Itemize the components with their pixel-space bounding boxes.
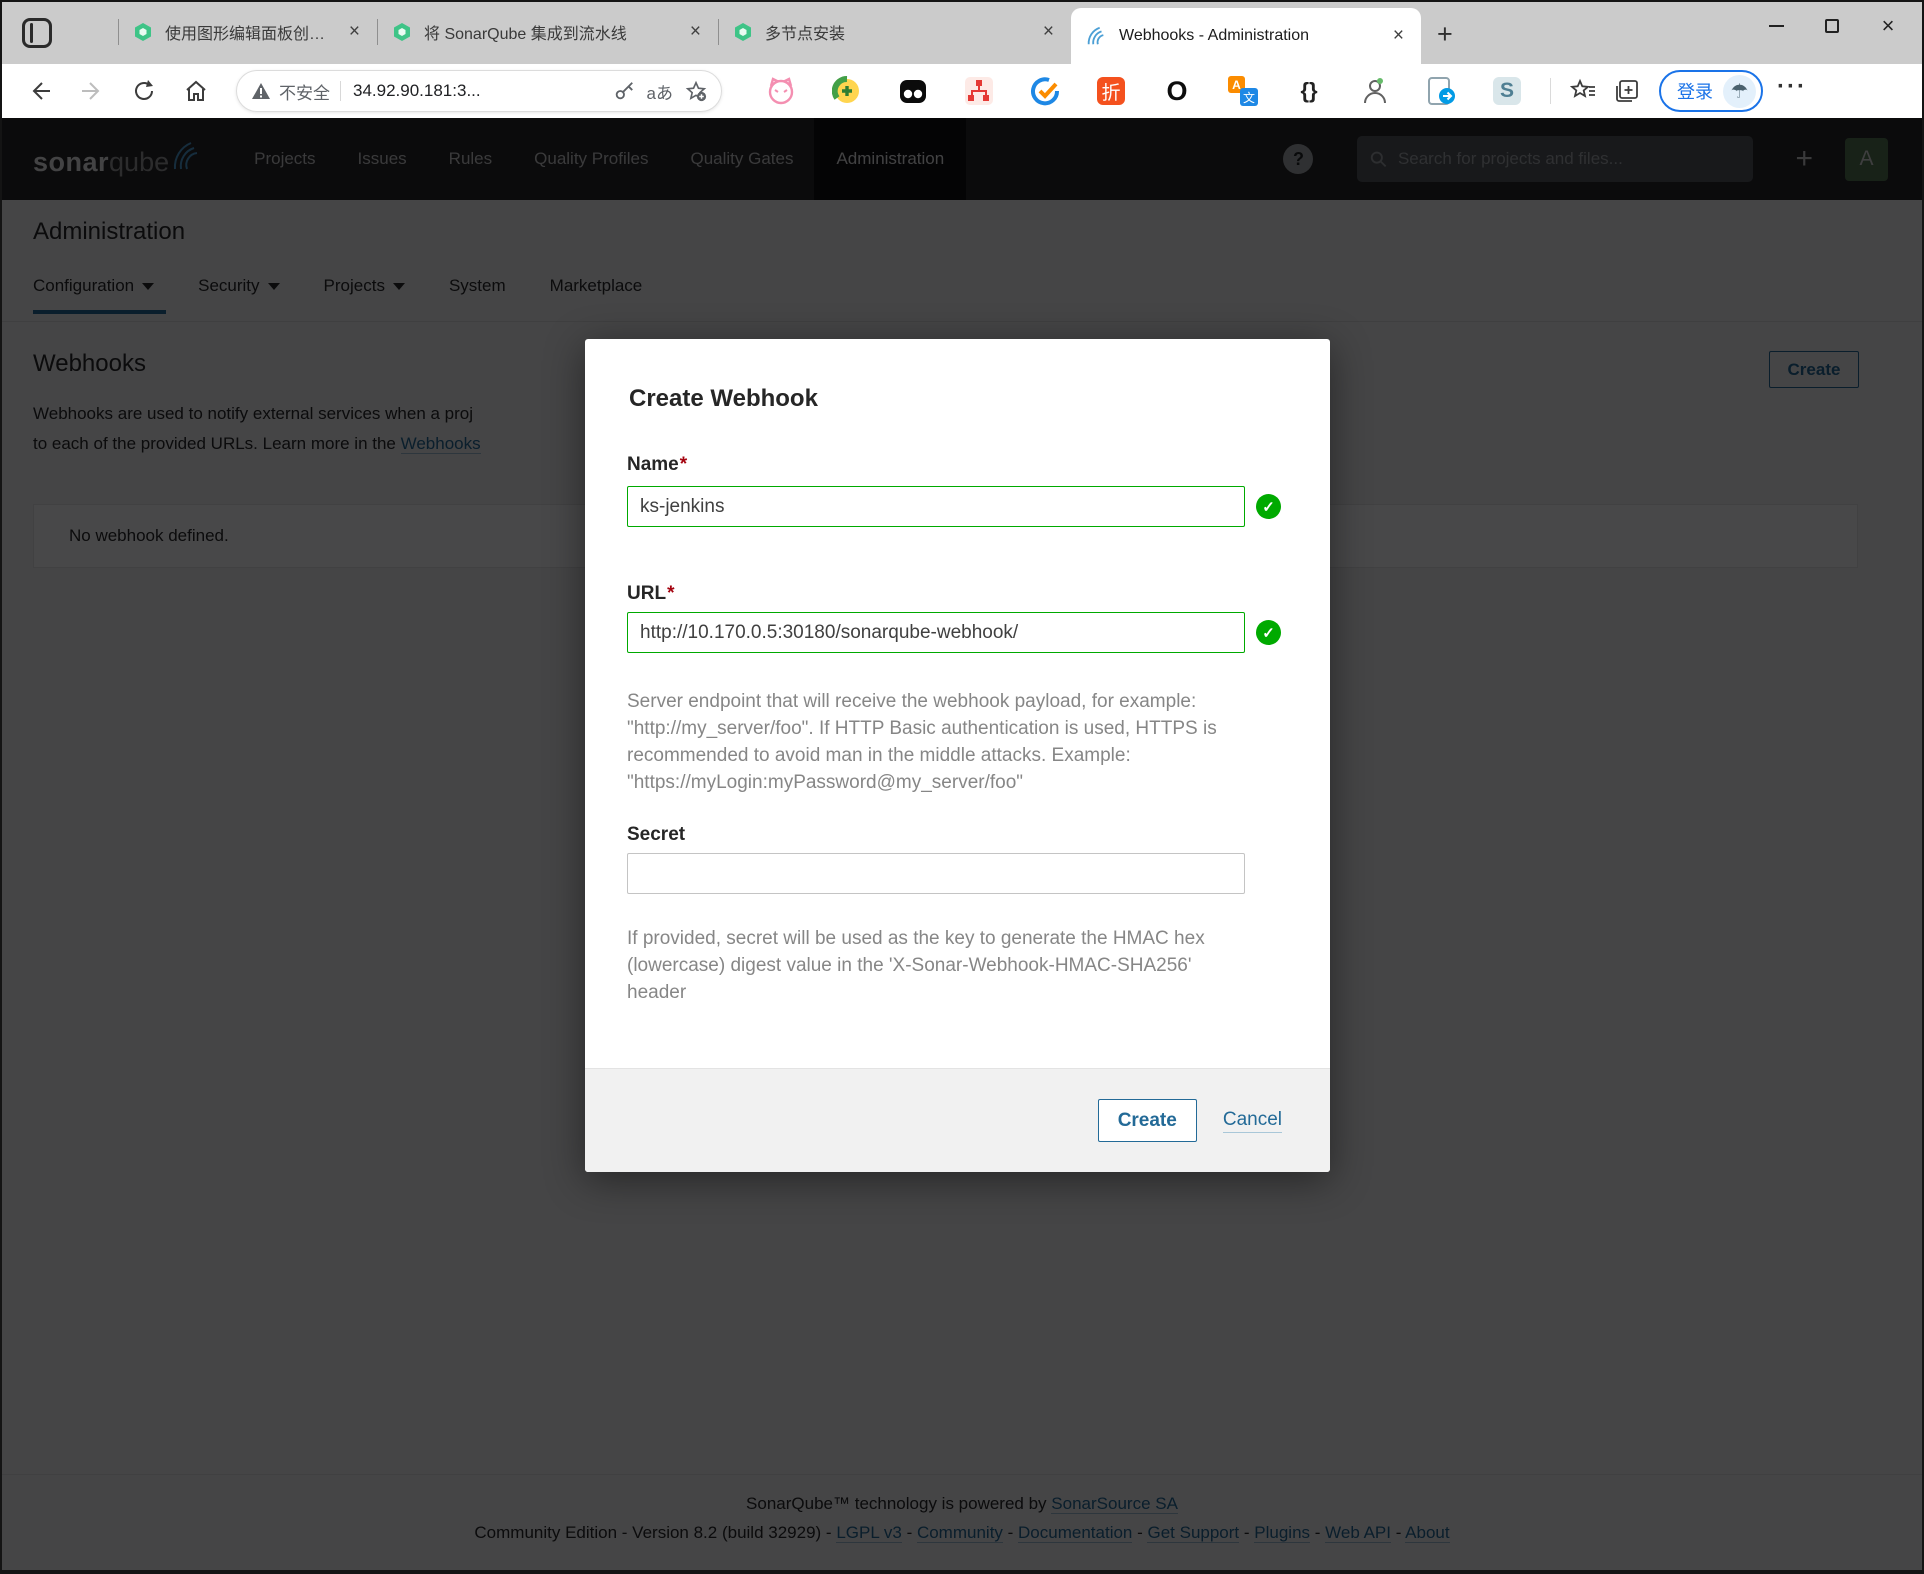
back-icon: [27, 78, 53, 104]
browser-tab-2[interactable]: 将 SonarQube 集成到流水线 ×: [378, 0, 718, 64]
browser-tab-active[interactable]: Webhooks - Administration ×: [1071, 8, 1421, 64]
new-tab-button[interactable]: +: [1437, 19, 1453, 50]
cat-extension-icon[interactable]: [765, 75, 797, 107]
sonarqube-icon: [1085, 25, 1107, 47]
avatar: ☂: [1723, 75, 1756, 108]
browser-tab-3[interactable]: 多节点安装 ×: [719, 0, 1071, 64]
url-help-text: Server endpoint that will receive the we…: [627, 688, 1217, 796]
tab-actions-menu-icon[interactable]: [22, 18, 52, 48]
add-favorite-star-icon[interactable]: [685, 80, 707, 102]
toolbar-separator: [1550, 78, 1551, 104]
minimize-button[interactable]: [1748, 0, 1804, 52]
favorites-star-icon: [1570, 78, 1596, 104]
close-button[interactable]: ×: [1860, 0, 1916, 52]
tab-close-icon[interactable]: ×: [1390, 25, 1407, 47]
forward-icon: [79, 78, 105, 104]
tab-title: 多节点安装: [765, 20, 1032, 44]
password-key-icon[interactable]: [613, 80, 635, 102]
security-label[interactable]: 不安全: [279, 79, 330, 104]
green-clip-extension-icon[interactable]: [831, 75, 863, 107]
create-webhook-modal: Create Webhook Name* ✓ URL* ✓ Server end…: [585, 339, 1330, 1172]
not-secure-warning-icon: [251, 82, 271, 100]
tab-close-icon[interactable]: ×: [1040, 21, 1057, 43]
sitemap-extension-icon[interactable]: [963, 75, 995, 107]
name-valid-check-icon: ✓: [1256, 494, 1281, 519]
secret-help-text: If provided, secret will be used as the …: [627, 925, 1205, 1006]
url-label: URL*: [627, 583, 674, 605]
forward-button[interactable]: [66, 78, 118, 104]
favorites-button[interactable]: [1561, 78, 1605, 104]
braces-extension-icon[interactable]: {}: [1293, 75, 1325, 107]
login-button[interactable]: 登录 ☂: [1659, 70, 1763, 112]
maximize-button[interactable]: [1804, 0, 1860, 52]
tab-strip: 使用图形编辑面板创建流水线 × 将 SonarQube 集成到流水线 × 多节点…: [0, 0, 1924, 64]
share-page-extension-icon[interactable]: [1425, 75, 1457, 107]
tab-title: Webhooks - Administration: [1119, 27, 1382, 45]
modal-create-button[interactable]: Create: [1098, 1099, 1197, 1142]
person-extension-icon[interactable]: [1359, 75, 1391, 107]
address-divider: [340, 81, 341, 101]
secret-input[interactable]: [627, 853, 1245, 894]
collections-icon: [1614, 78, 1640, 104]
todo-check-extension-icon[interactable]: [1029, 75, 1061, 107]
kubesphere-icon: [392, 22, 412, 42]
translate-extension-icon[interactable]: A文: [1227, 75, 1259, 107]
maximize-icon: [1825, 19, 1839, 33]
browser-menu-button[interactable]: ···: [1777, 73, 1807, 101]
url-valid-check-icon: ✓: [1256, 620, 1281, 645]
tab-close-icon[interactable]: ×: [346, 21, 363, 43]
discount-extension-icon[interactable]: 折: [1095, 75, 1127, 107]
required-asterisk: *: [680, 454, 687, 475]
modal-title: Create Webhook: [629, 385, 818, 413]
refresh-button[interactable]: [118, 78, 170, 104]
secret-label: Secret: [627, 824, 685, 846]
translate-page-icon[interactable]: aあ: [647, 79, 673, 104]
home-icon: [183, 78, 209, 104]
extensions-row: 折 O A文 {} S: [748, 75, 1540, 107]
browser-toolbar: 不安全 34.92.90.181:3... aあ: [0, 64, 1924, 118]
browser-window: 使用图形编辑面板创建流水线 × 将 SonarQube 集成到流水线 × 多节点…: [0, 0, 1924, 1574]
kubesphere-icon: [733, 22, 753, 42]
close-icon: ×: [1882, 13, 1895, 39]
required-asterisk: *: [667, 583, 674, 604]
kubesphere-icon: [133, 22, 153, 42]
name-label: Name*: [627, 454, 687, 476]
letter-o-extension-icon[interactable]: O: [1161, 75, 1193, 107]
panda-extension-icon[interactable]: [897, 75, 929, 107]
url-text[interactable]: 34.92.90.181:3...: [353, 81, 601, 101]
letter-s-extension-icon[interactable]: S: [1491, 75, 1523, 107]
browser-tab-1[interactable]: 使用图形编辑面板创建流水线 ×: [119, 0, 377, 64]
login-label: 登录: [1677, 78, 1713, 104]
refresh-icon: [131, 78, 157, 104]
tab-close-icon[interactable]: ×: [687, 21, 704, 43]
back-button[interactable]: [14, 78, 66, 104]
collections-button[interactable]: [1605, 78, 1649, 104]
sonarqube-page: sonarqube Projects Issues Rules Quality …: [0, 118, 1924, 1574]
address-bar[interactable]: 不安全 34.92.90.181:3... aあ: [236, 70, 722, 112]
name-input[interactable]: [627, 486, 1245, 527]
minimize-icon: [1769, 25, 1784, 27]
home-button[interactable]: [170, 78, 222, 104]
tab-title: 使用图形编辑面板创建流水线: [165, 20, 338, 44]
modal-footer: Create Cancel: [585, 1068, 1330, 1172]
url-input[interactable]: [627, 612, 1245, 653]
modal-cancel-link[interactable]: Cancel: [1223, 1109, 1282, 1133]
tab-title: 将 SonarQube 集成到流水线: [424, 20, 679, 44]
window-controls: ×: [1748, 0, 1916, 64]
